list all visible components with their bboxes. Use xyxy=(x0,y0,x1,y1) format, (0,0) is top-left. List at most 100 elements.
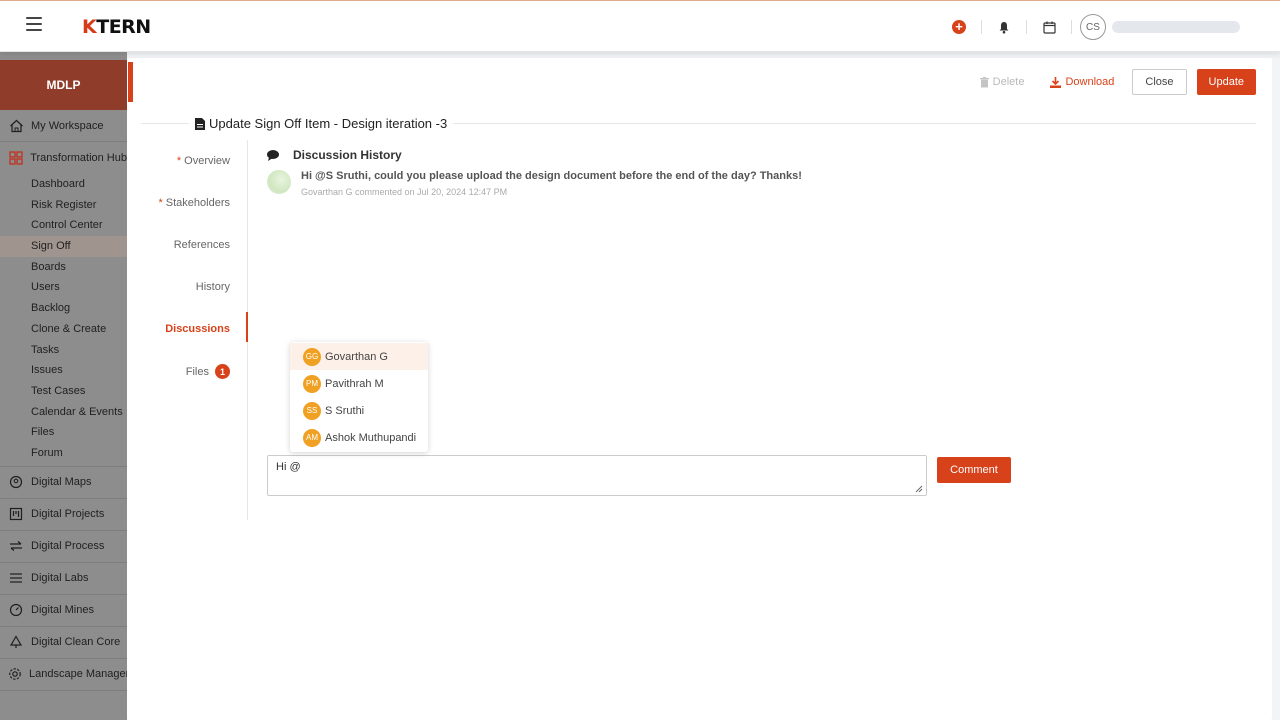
sidebar-item-digital-maps[interactable]: Digital Maps xyxy=(0,467,127,499)
nav-references[interactable]: References xyxy=(174,239,230,251)
sidebar-item-digital-mines[interactable]: Digital Mines xyxy=(0,595,127,627)
download-icon xyxy=(1050,76,1062,88)
bell-icon[interactable] xyxy=(990,13,1018,41)
sidebar-item-label: Transformation Hub xyxy=(30,152,127,164)
panel-accent-bar xyxy=(128,62,133,102)
mention-name: Ashok Muthupandi xyxy=(325,431,417,444)
mention-option[interactable]: PM Pavithrah M xyxy=(290,370,428,397)
delete-button[interactable]: Delete xyxy=(972,69,1033,95)
sidebar-item-digital-projects[interactable]: Digital Projects xyxy=(0,499,127,531)
nav-files-label: Files xyxy=(185,365,209,378)
discussion-header: Discussion History xyxy=(267,148,402,162)
action-toolbar: Delete Download Close Update xyxy=(972,69,1256,95)
resize-handle-icon[interactable] xyxy=(914,484,923,493)
mention-avatar: GG xyxy=(303,347,321,366)
sidebar-sub-calendar-events[interactable]: Calendar & Events xyxy=(0,402,127,423)
comment-item: Hi @S Sruthi, could you please upload th… xyxy=(267,170,802,197)
update-button[interactable]: Update xyxy=(1196,69,1256,95)
delete-label: Delete xyxy=(992,76,1025,88)
nav-history[interactable]: History xyxy=(196,281,230,293)
sidebar-item-my-workspace[interactable]: My Workspace xyxy=(0,110,127,142)
nav-files[interactable]: Files 1 xyxy=(186,364,230,379)
gear-icon xyxy=(8,666,22,682)
sidebar-sub-backlog[interactable]: Backlog xyxy=(0,298,127,319)
sidebar-item-label: Digital Projects xyxy=(31,508,105,521)
list-icon xyxy=(8,570,24,586)
sidebar-item-label: My Workspace xyxy=(31,119,104,132)
mention-option[interactable]: AM Ashok Muthupandi xyxy=(290,424,428,451)
sidebar-item-label: Digital Labs xyxy=(31,572,89,585)
mention-name: Pavithrah M xyxy=(325,377,384,390)
page-title: Update Sign Off Item - Design iteration … xyxy=(189,116,454,131)
mention-option[interactable]: SS S Sruthi xyxy=(290,397,428,424)
sidebar-sub-clone-create[interactable]: Clone & Create xyxy=(0,319,127,340)
header-divider xyxy=(981,20,982,34)
sidebar-sub-issues[interactable]: Issues xyxy=(0,360,127,381)
user-name[interactable] xyxy=(1112,21,1240,33)
sidebar-item-label: Digital Mines xyxy=(31,604,94,617)
nav-stakeholders[interactable]: * Stakeholders xyxy=(158,197,230,209)
top-header: KTERN + CS xyxy=(0,0,1280,52)
sidebar-sub-control-center[interactable]: Control Center xyxy=(0,215,127,236)
mention-avatar: PM xyxy=(303,374,321,393)
recycle-icon xyxy=(8,634,24,650)
page-title-text: Update Sign Off Item - Design iteration … xyxy=(209,116,448,131)
sidebar-sub-boards[interactable]: Boards xyxy=(0,257,127,278)
active-nav-indicator xyxy=(246,312,248,342)
sidebar-sub-files[interactable]: Files xyxy=(0,422,127,443)
add-icon[interactable]: + xyxy=(945,13,973,41)
close-button[interactable]: Close xyxy=(1132,69,1187,95)
grid-icon xyxy=(8,150,23,166)
header-divider xyxy=(1026,20,1027,34)
sidebar-item-digital-process[interactable]: Digital Process xyxy=(0,531,127,563)
sidebar-sub-dashboard[interactable]: Dashboard xyxy=(0,174,127,195)
comment-button[interactable]: Comment xyxy=(937,457,1011,483)
chat-bubble-icon xyxy=(267,149,279,161)
sidebar-item-transformation-hub[interactable]: Transformation Hub xyxy=(0,142,127,174)
files-count-badge: 1 xyxy=(215,364,230,379)
sidebar-sub-users[interactable]: Users xyxy=(0,277,127,298)
trash-icon xyxy=(979,76,989,88)
board-icon xyxy=(8,506,24,522)
sidebar-brand[interactable]: MDLP xyxy=(0,60,127,110)
download-button[interactable]: Download xyxy=(1042,69,1122,95)
app-logo[interactable]: KTERN xyxy=(82,16,151,38)
sidebar-item-digital-labs[interactable]: Digital Labs xyxy=(0,563,127,595)
map-pin-icon xyxy=(8,474,24,490)
user-avatar[interactable]: CS xyxy=(1080,14,1106,40)
sidebar-item-label: Digital Maps xyxy=(31,476,92,489)
menu-icon[interactable] xyxy=(26,17,42,31)
document-icon xyxy=(195,117,205,130)
header-actions: + CS xyxy=(945,13,1240,41)
nav-overview[interactable]: * Overview xyxy=(177,155,230,167)
header-divider xyxy=(1071,20,1072,34)
calendar-icon[interactable] xyxy=(1035,13,1063,41)
sidebar-sub-sign-off[interactable]: Sign Off xyxy=(0,236,127,257)
sidebar-sub-forum[interactable]: Forum xyxy=(0,443,127,464)
gauge-icon xyxy=(8,602,24,618)
sidebar-sub-tasks[interactable]: Tasks xyxy=(0,340,127,361)
mention-name: Govarthan G xyxy=(325,350,388,363)
discussion-title: Discussion History xyxy=(293,148,402,162)
sidebar-sub-test-cases[interactable]: Test Cases xyxy=(0,381,127,402)
page-scrollbar[interactable] xyxy=(1272,58,1280,720)
sidebar-item-label: Landscape Management xyxy=(29,668,127,681)
sidebar-item-digital-clean-core[interactable]: Digital Clean Core xyxy=(0,627,127,659)
sidebar-sub-risk-register[interactable]: Risk Register xyxy=(0,195,127,216)
commenter-avatar xyxy=(267,170,291,194)
sidebar-item-landscape-management[interactable]: Landscape Management xyxy=(0,659,127,691)
mention-avatar: SS xyxy=(303,401,321,420)
comment-meta: Govarthan G commented on Jul 20, 2024 12… xyxy=(301,187,508,197)
arrows-icon xyxy=(8,538,24,554)
nav-discussions[interactable]: Discussions xyxy=(165,323,230,335)
download-label: Download xyxy=(1065,76,1115,88)
sidebar-item-label: Digital Clean Core xyxy=(31,636,121,649)
comment-text: Hi @S Sruthi, could you please upload th… xyxy=(301,170,802,182)
sidebar-submenu: Dashboard Risk Register Control Center S… xyxy=(0,174,127,467)
mention-name: S Sruthi xyxy=(325,404,365,417)
comment-input[interactable]: Hi @ xyxy=(267,455,927,496)
mention-avatar: AM xyxy=(303,428,321,447)
form-nav: * Overview * Stakeholders References His… xyxy=(127,140,248,520)
mention-option[interactable]: GG Govarthan G xyxy=(290,343,428,370)
sidebar: MDLP My Workspace Transformation Hub Das… xyxy=(0,52,127,720)
